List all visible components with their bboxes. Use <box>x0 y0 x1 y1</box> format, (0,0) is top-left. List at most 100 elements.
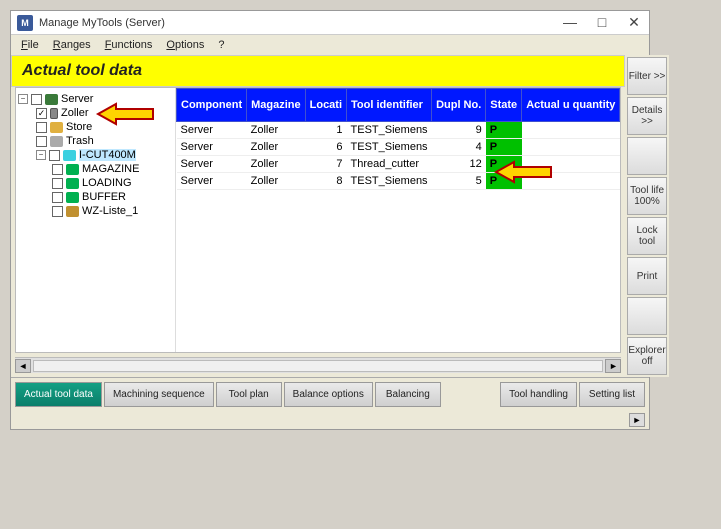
buffer-icon <box>66 192 79 203</box>
cell-tool-id: TEST_Siemens <box>347 173 432 190</box>
tab-scroll-right-icon[interactable]: ► <box>629 413 645 427</box>
explorer-off-button[interactable]: Explorer off <box>627 337 666 375</box>
server-icon <box>45 94 58 105</box>
cell-dupl-no: 12 <box>432 156 486 173</box>
menu-help[interactable]: ? <box>218 39 224 51</box>
cell-dupl-no: 5 <box>432 173 486 190</box>
annotation-arrow-right-icon <box>496 160 556 184</box>
cell-component: Server <box>177 156 247 173</box>
cell-location: 8 <box>305 173 346 190</box>
tree-node-magazine[interactable]: MAGAZINE <box>82 163 139 175</box>
titlebar: M Manage MyTools (Server) — □ ✕ <box>11 11 649 35</box>
cell-magazine: Zoller <box>247 173 306 190</box>
tab-tool-plan[interactable]: Tool plan <box>216 382 282 407</box>
maximize-button[interactable]: □ <box>593 14 611 31</box>
cell-tool-id: TEST_Siemens <box>347 139 432 156</box>
tab-balancing[interactable]: Balancing <box>375 382 441 407</box>
machine-icon <box>63 150 76 161</box>
empty-button[interactable]: . <box>627 137 666 175</box>
loading-icon <box>66 178 79 189</box>
empty-button[interactable]: . <box>627 297 666 335</box>
checkbox[interactable] <box>31 94 42 105</box>
magazine-icon <box>66 164 79 175</box>
cell-magazine: Zoller <box>247 139 306 156</box>
tool-data-grid[interactable]: Component Magazine Locati Tool identifie… <box>176 88 620 352</box>
table-row[interactable]: ServerZoller1TEST_Siemens9P <box>177 122 620 139</box>
tree-node-server[interactable]: Server <box>61 93 93 105</box>
col-component[interactable]: Component <box>177 89 247 122</box>
cell-magazine: Zoller <box>247 156 306 173</box>
col-magazine[interactable]: Magazine <box>247 89 306 122</box>
checkbox[interactable] <box>52 164 63 175</box>
checkbox[interactable] <box>52 192 63 203</box>
magazine-icon <box>50 108 58 119</box>
scroll-right-icon[interactable]: ► <box>605 359 621 373</box>
lock-tool-button[interactable]: Lock tool <box>627 217 666 255</box>
tree-node-loading[interactable]: LOADING <box>82 177 132 189</box>
close-button[interactable]: ✕ <box>625 14 643 31</box>
tab-balance-options[interactable]: Balance options <box>284 382 373 407</box>
tree-node-machine[interactable]: I-CUT400M <box>79 149 136 161</box>
minimize-button[interactable]: — <box>561 14 579 31</box>
annotation-arrow-left-icon <box>98 102 158 126</box>
col-state[interactable]: State <box>486 89 522 122</box>
window-title: Manage MyTools (Server) <box>39 17 561 29</box>
checkbox[interactable] <box>36 108 47 119</box>
checkbox[interactable] <box>52 178 63 189</box>
horizontal-scrollbar[interactable]: ◄ ► <box>15 357 621 373</box>
filter-button[interactable]: Filter >> <box>627 57 666 95</box>
bottom-tabs: Actual tool data Machining sequence Tool… <box>11 377 649 411</box>
tree-node-trash[interactable]: Trash <box>66 135 94 147</box>
menu-file[interactable]: File <box>21 39 39 51</box>
details-button[interactable]: Details >> <box>627 97 666 135</box>
col-actual-qty[interactable]: Actual u quantity <box>522 89 620 122</box>
cell-tool-id: TEST_Siemens <box>347 122 432 139</box>
tree-node-zoller[interactable]: Zoller <box>61 107 89 119</box>
scroll-thumb[interactable] <box>33 360 603 372</box>
print-button[interactable]: Print <box>627 257 666 295</box>
tab-tool-handling[interactable]: Tool handling <box>500 382 577 407</box>
app-icon: M <box>17 15 33 31</box>
cell-state: P <box>486 122 522 139</box>
tab-machining-sequence[interactable]: Machining sequence <box>104 382 214 407</box>
main-panel: − Server Zoller Store <box>15 87 621 353</box>
collapse-icon[interactable]: − <box>36 150 46 160</box>
col-tool-id[interactable]: Tool identifier <box>347 89 432 122</box>
checkbox[interactable] <box>36 136 47 147</box>
tab-setting-list[interactable]: Setting list <box>579 382 645 407</box>
cell-location: 6 <box>305 139 346 156</box>
checkbox[interactable] <box>49 150 60 161</box>
explorer-tree[interactable]: − Server Zoller Store <box>16 88 176 352</box>
cell-component: Server <box>177 173 247 190</box>
table-row[interactable]: ServerZoller6TEST_Siemens4P <box>177 139 620 156</box>
tab-actual-tool-data[interactable]: Actual tool data <box>15 382 102 407</box>
work-area: Actual tool data − Server Zoller <box>11 55 649 377</box>
cell-dupl-no: 4 <box>432 139 486 156</box>
app-window: M Manage MyTools (Server) — □ ✕ File Ran… <box>10 10 650 430</box>
cell-actual-qty <box>522 122 620 139</box>
menu-bar: File Ranges Functions Options ? <box>11 35 649 55</box>
tree-node-store[interactable]: Store <box>66 121 92 133</box>
cell-actual-qty <box>522 139 620 156</box>
col-location[interactable]: Locati <box>305 89 346 122</box>
tree-node-wzliste[interactable]: WZ-Liste_1 <box>82 205 138 217</box>
checkbox[interactable] <box>52 206 63 217</box>
scroll-left-icon[interactable]: ◄ <box>15 359 31 373</box>
cell-state: P <box>486 139 522 156</box>
cell-component: Server <box>177 122 247 139</box>
cell-component: Server <box>177 139 247 156</box>
cell-location: 1 <box>305 122 346 139</box>
cell-magazine: Zoller <box>247 122 306 139</box>
menu-functions[interactable]: Functions <box>105 39 153 51</box>
tool-life-button[interactable]: Tool life 100% <box>627 177 666 215</box>
checkbox[interactable] <box>36 122 47 133</box>
menu-ranges[interactable]: Ranges <box>53 39 91 51</box>
tree-node-buffer[interactable]: BUFFER <box>82 191 126 203</box>
collapse-icon[interactable]: − <box>18 94 28 104</box>
store-icon <box>50 122 63 133</box>
page-title-banner: Actual tool data <box>11 55 625 87</box>
cell-dupl-no: 9 <box>432 122 486 139</box>
action-sidebar: Filter >> Details >> . Tool life 100% Lo… <box>625 55 668 377</box>
menu-options[interactable]: Options <box>166 39 204 51</box>
col-dupl-no[interactable]: Dupl No. <box>432 89 486 122</box>
